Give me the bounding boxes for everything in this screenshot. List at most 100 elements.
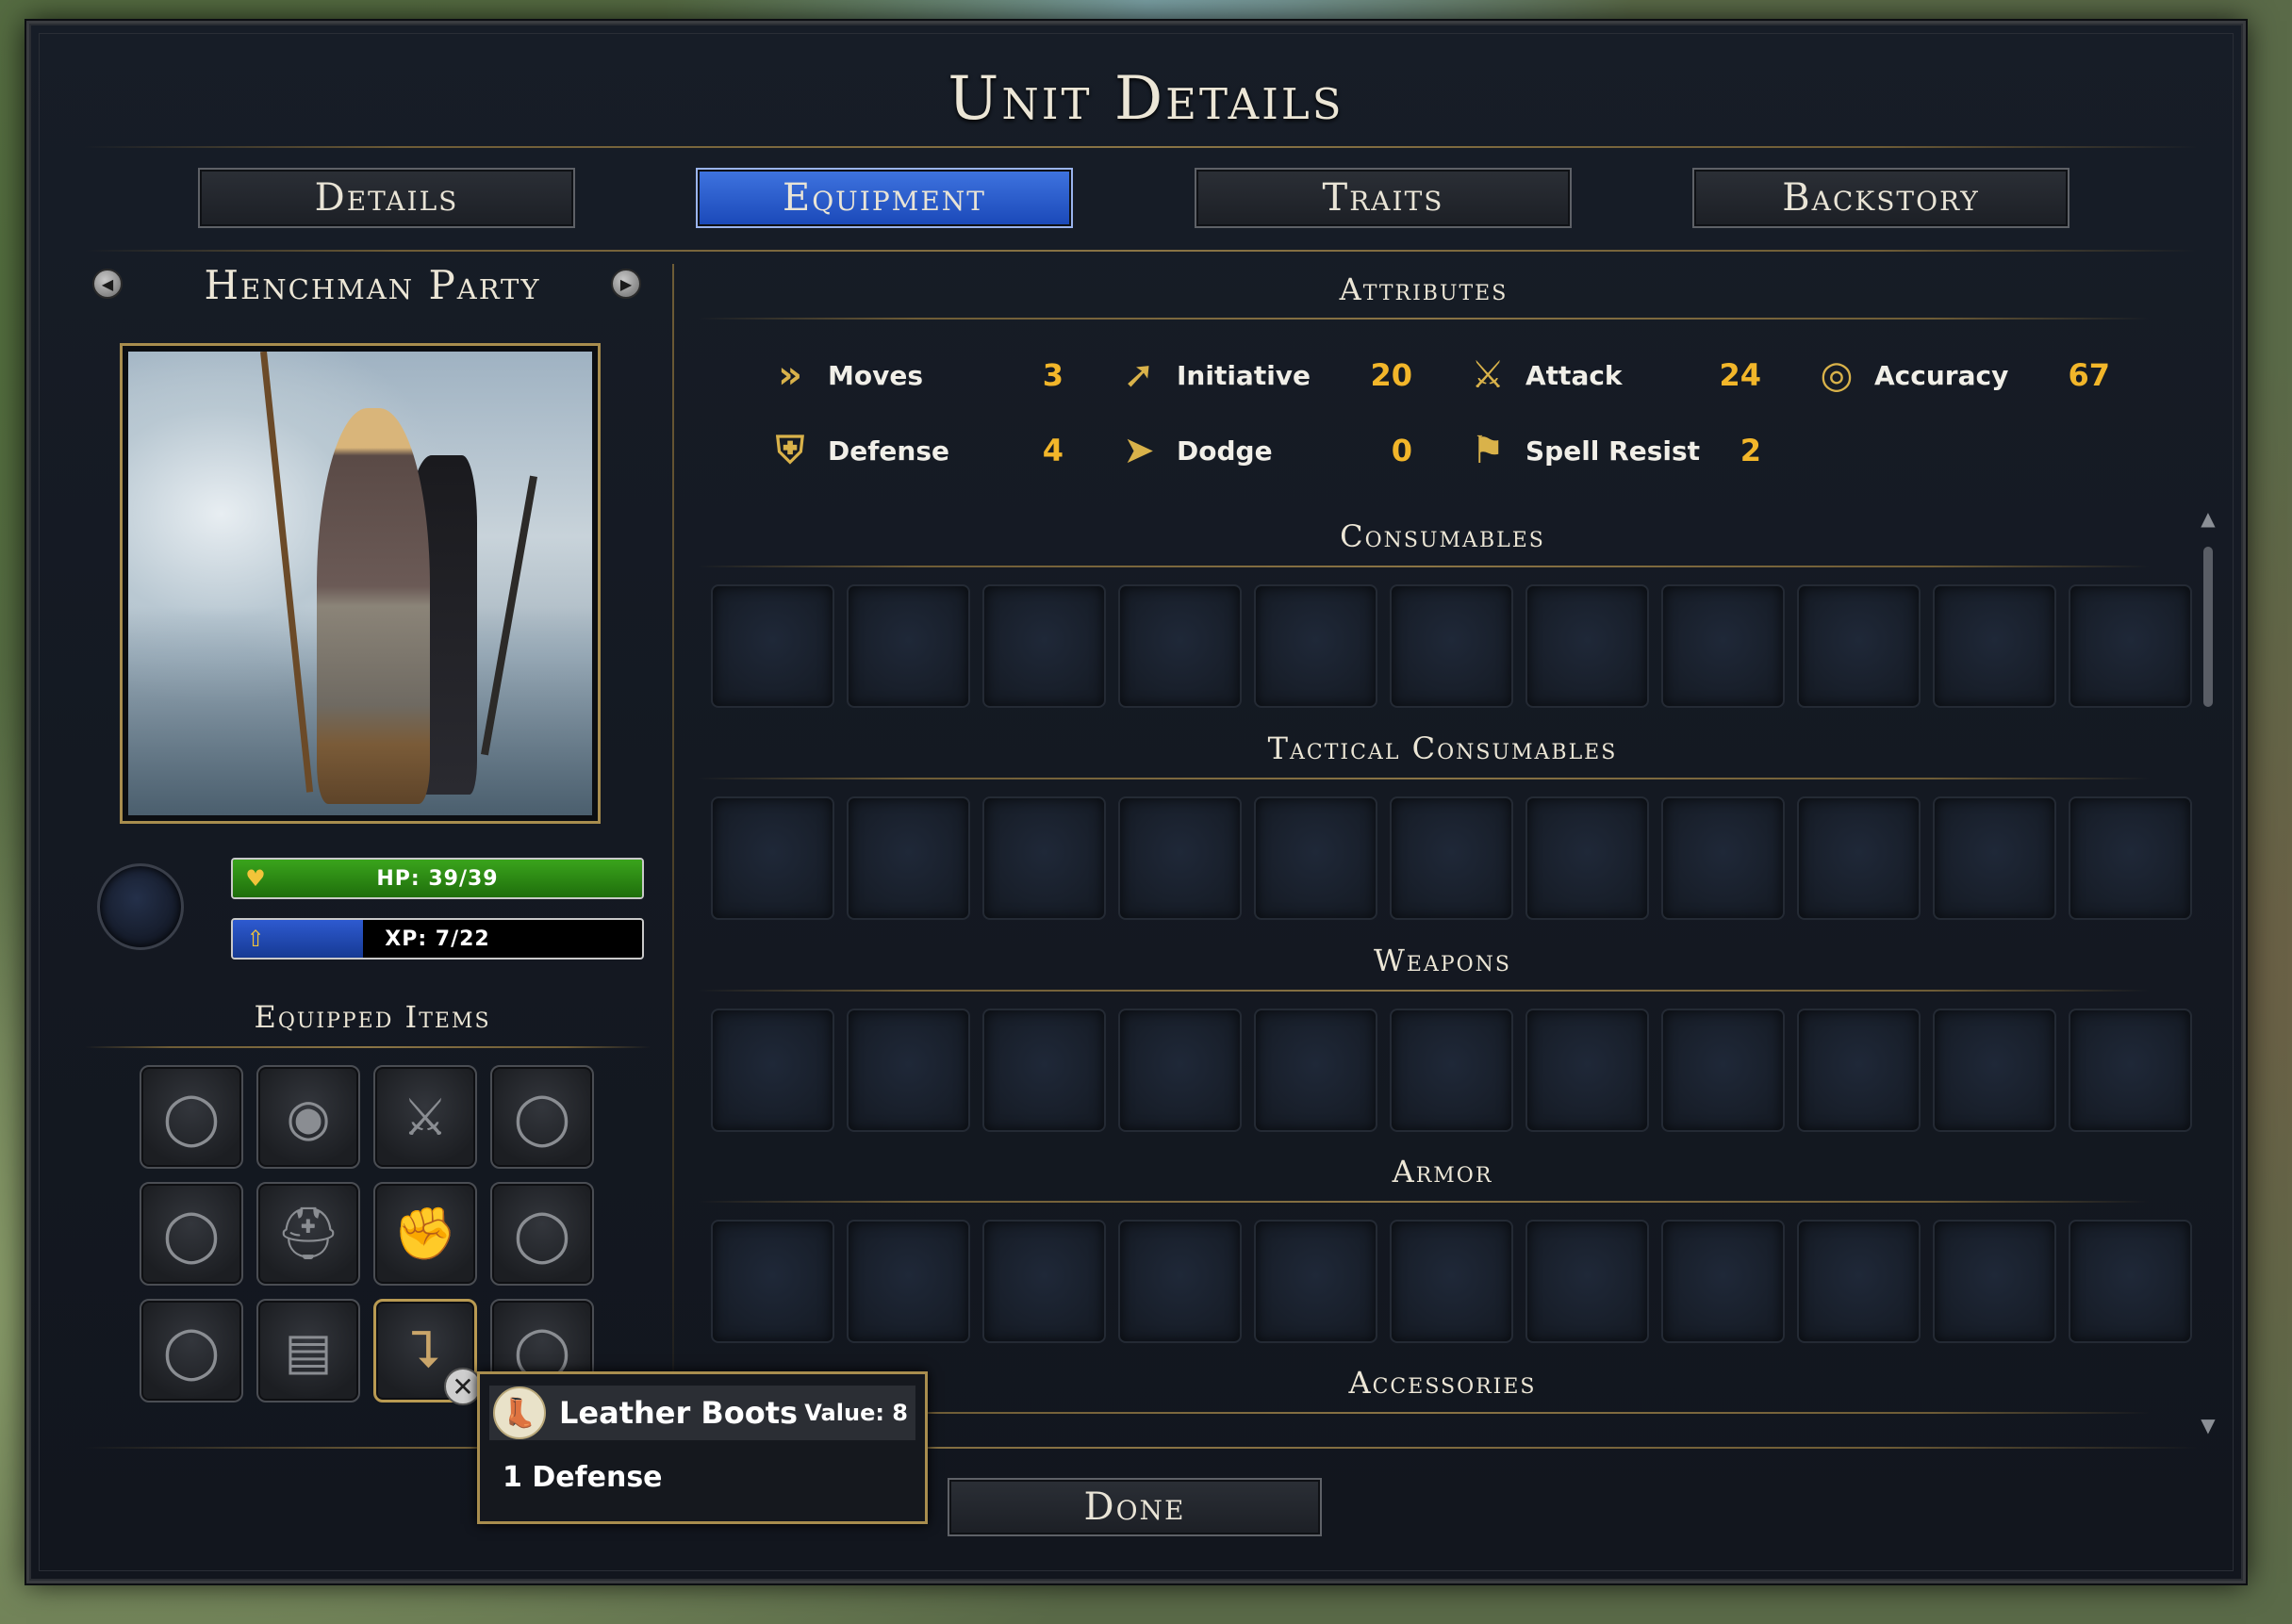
section-title: Tactical Consumables	[1267, 730, 1618, 766]
moves-icon: »	[778, 353, 802, 397]
equipped-slot[interactable]: ⚔	[373, 1065, 477, 1169]
inventory-slot[interactable]	[1390, 584, 1513, 708]
inventory-slot[interactable]	[1661, 1220, 1785, 1343]
inventory-slot[interactable]	[2069, 584, 2192, 708]
tab-traits[interactable]: Traits	[1195, 168, 1572, 228]
inventory-slot[interactable]	[1390, 1009, 1513, 1132]
previous-unit-button[interactable]: ◀	[92, 269, 123, 299]
item-tooltip: 👢 Leather Boots Value: 8 1 Defense	[477, 1371, 928, 1524]
xp-text: XP: 7/22	[385, 927, 490, 951]
inventory-slot[interactable]	[1797, 584, 1921, 708]
section-divider	[698, 1201, 2150, 1203]
tooltip-item-effect: 1 Defense	[503, 1461, 663, 1494]
shield-icon: ◉	[286, 1087, 331, 1147]
equipped-slot[interactable]: ✊	[373, 1182, 477, 1286]
initiative-icon: ➚	[1123, 353, 1155, 397]
inventory-slot[interactable]	[1254, 796, 1377, 920]
inventory-slot[interactable]	[2069, 1220, 2192, 1343]
equipped-slot[interactable]: ◯	[490, 1182, 594, 1286]
inventory-slot[interactable]	[711, 1220, 834, 1343]
inventory-slot[interactable]	[1525, 1220, 1649, 1343]
gauntlet-icon: ✊	[393, 1204, 457, 1263]
inventory-slot[interactable]	[1525, 584, 1649, 708]
inventory-slot[interactable]	[1118, 584, 1242, 708]
done-button[interactable]: Done	[948, 1478, 1322, 1536]
section-title: Accessories	[1348, 1365, 1537, 1401]
inventory-slot[interactable]	[1797, 796, 1921, 920]
scroll-up-arrow-icon[interactable]: ▲	[2199, 507, 2218, 530]
equipped-slot[interactable]: ◯	[490, 1065, 594, 1169]
equipped-slot[interactable]: ◯	[140, 1065, 243, 1169]
tooltip-item-name: Leather Boots	[559, 1395, 799, 1431]
inventory-slot[interactable]	[1933, 584, 2056, 708]
hp-bar: ♥ HP: 39/39	[231, 858, 644, 899]
inventory-slot[interactable]	[1933, 796, 2056, 920]
equipped-slot[interactable]: ◯	[140, 1299, 243, 1403]
inventory-slot[interactable]	[711, 584, 834, 708]
inventory-slot[interactable]	[847, 1220, 970, 1343]
equipped-slot[interactable]: ◉	[256, 1065, 360, 1169]
equipped-divider	[85, 1046, 651, 1048]
hp-text: HP: 39/39	[376, 866, 499, 891]
scroll-down-arrow-icon[interactable]: ▼	[2199, 1414, 2218, 1436]
inventory-slot[interactable]	[982, 1009, 1106, 1132]
inventory-slot[interactable]	[847, 584, 970, 708]
inventory-slot[interactable]	[2069, 796, 2192, 920]
inventory-slot[interactable]	[982, 1220, 1106, 1343]
unequip-close-icon[interactable]: ✕	[444, 1368, 482, 1405]
arrow-left-icon: ◀	[101, 274, 114, 293]
inventory-slot[interactable]	[1254, 1220, 1377, 1343]
tab-details[interactable]: Details	[198, 168, 575, 228]
inventory-slot[interactable]	[1525, 1009, 1649, 1132]
inventory-slot[interactable]	[1390, 796, 1513, 920]
attr-accuracy: ◎ Accuracy 67	[1812, 349, 2110, 402]
inventory-slot[interactable]	[1118, 1009, 1242, 1132]
inventory-slot[interactable]	[982, 796, 1106, 920]
tooltip-header: 👢 Leather Boots Value: 8	[489, 1386, 915, 1440]
attr-initiative: ➚ Initiative 20	[1114, 349, 1412, 402]
inventory-slot[interactable]	[711, 1009, 834, 1132]
inventory-slot[interactable]	[982, 584, 1106, 708]
inventory-slot[interactable]	[1118, 1220, 1242, 1343]
equipped-slot[interactable]: ▤	[256, 1299, 360, 1403]
tab-equipment[interactable]: Equipment	[696, 168, 1073, 228]
inventory-slot[interactable]	[1797, 1009, 1921, 1132]
inventory-slot[interactable]	[2069, 1009, 2192, 1132]
defense-icon: ⛨	[776, 429, 804, 472]
section-title: Armor	[1392, 1154, 1493, 1189]
attributes-title: Attributes	[1339, 271, 1509, 307]
spell-resist-icon: ⚑	[1471, 429, 1505, 472]
inventory-slot[interactable]	[1525, 796, 1649, 920]
inventory-slot[interactable]	[1254, 584, 1377, 708]
page-title: Unit Details	[948, 64, 1344, 134]
inventory-scrollbar[interactable]	[2203, 547, 2213, 707]
chest-armor-icon: ▤	[284, 1321, 333, 1381]
boots-icon: 👢	[493, 1386, 546, 1439]
inventory-slot[interactable]	[1933, 1220, 2056, 1343]
attr-spell-resist: ⚑ Spell Resist 2	[1463, 424, 1761, 477]
inventory-slot[interactable]	[847, 796, 970, 920]
attr-attack: ⚔ Attack 24	[1463, 349, 1761, 402]
inventory-slot[interactable]	[847, 1009, 970, 1132]
inventory-slot[interactable]	[1118, 796, 1242, 920]
inventory-slot[interactable]	[1661, 1009, 1785, 1132]
next-unit-button[interactable]: ▶	[611, 269, 641, 299]
equipped-slot[interactable]: ⛑	[256, 1182, 360, 1286]
accuracy-icon: ◎	[1820, 353, 1854, 397]
inventory-slot[interactable]	[1661, 796, 1785, 920]
equipped-slot[interactable]: ⮧ ✕	[373, 1299, 482, 1405]
ring-icon: ◯	[513, 1204, 571, 1264]
ring-icon: ◯	[162, 1204, 221, 1264]
inventory-slot[interactable]	[1254, 1009, 1377, 1132]
inventory-slot[interactable]	[1661, 584, 1785, 708]
section-divider	[698, 566, 2150, 567]
inventory-slot[interactable]	[1933, 1009, 2056, 1132]
equipped-slot[interactable]: ◯	[140, 1182, 243, 1286]
level-orb	[97, 863, 184, 950]
tab-backstory[interactable]: Backstory	[1692, 168, 2069, 228]
inventory-slot[interactable]	[1390, 1220, 1513, 1343]
inventory-slot[interactable]	[1797, 1220, 1921, 1343]
inventory-slot[interactable]	[711, 796, 834, 920]
attributes-divider	[698, 318, 2150, 320]
section-divider	[698, 778, 2150, 779]
